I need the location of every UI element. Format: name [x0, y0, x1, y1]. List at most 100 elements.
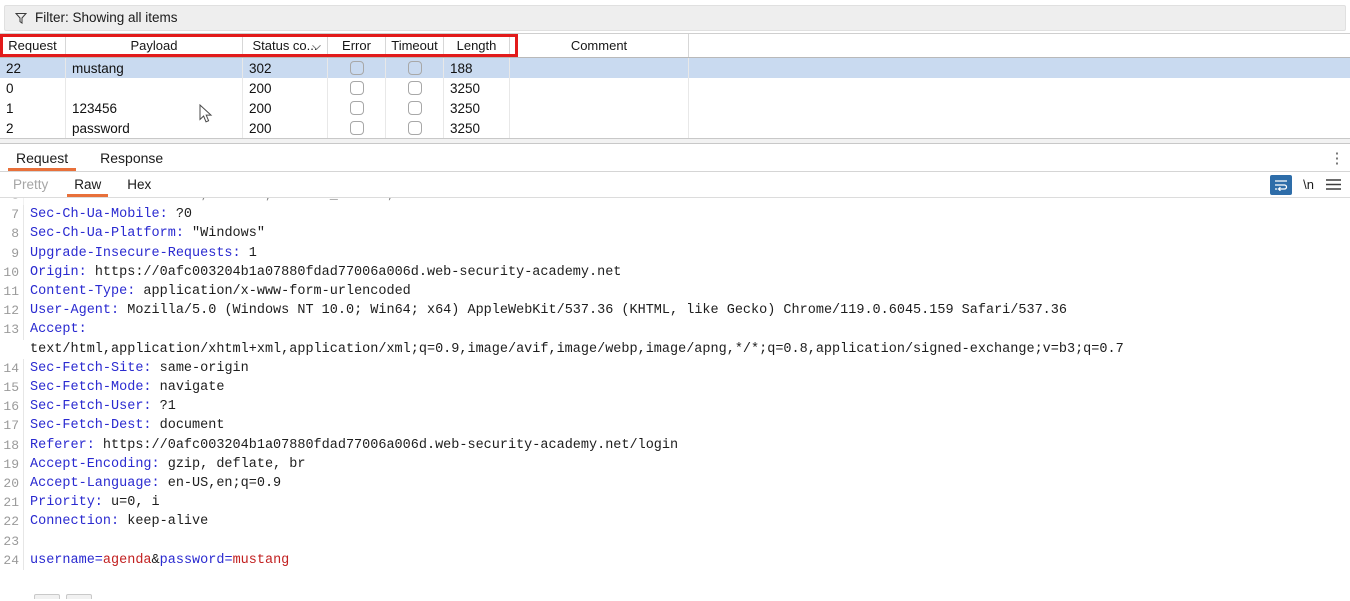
code-line: 23	[0, 531, 1350, 551]
header-value: navigate	[151, 380, 225, 396]
cell-request: 0	[0, 78, 66, 98]
cell-length: 3250	[444, 78, 510, 98]
timeout-checkbox[interactable]	[407, 81, 422, 95]
chevron-down-icon	[312, 38, 321, 53]
tab-request[interactable]: Request	[0, 144, 84, 171]
header-value: document	[151, 418, 225, 434]
header-name: User-Agent:	[30, 303, 120, 319]
code-line: 11 Content-Type: application/x-www-form-…	[0, 282, 1350, 302]
search-prev-button[interactable]	[34, 594, 60, 599]
header-value: u=0, i	[102, 495, 160, 511]
line-number: 18	[0, 435, 24, 455]
line-number: 8	[0, 224, 24, 244]
line-content: Content-Type: application/x-www-form-url…	[24, 282, 1350, 301]
subtab-label: Raw	[74, 177, 102, 192]
cell-request: 1	[0, 98, 66, 118]
line-content: Accept: text/html,application/xhtml+xml,…	[24, 320, 1350, 358]
header-value: ?1	[151, 399, 176, 415]
line-content-body: username=agenda&password=mustang	[24, 551, 1350, 570]
line-number: 14	[0, 358, 24, 379]
cell-filler	[689, 118, 1350, 138]
code-line: 6 Sec-Ch-Ua: "Chromium";v="119", "Not?A_…	[0, 198, 1350, 206]
cell-length: 3250	[444, 98, 510, 118]
header-value: keep-alive	[119, 514, 209, 530]
column-header-timeout[interactable]: Timeout	[386, 34, 444, 57]
cell-request: 2	[0, 118, 66, 138]
header-name: Referer:	[30, 437, 95, 453]
word-wrap-icon[interactable]	[1270, 174, 1293, 195]
search-next-button[interactable]	[66, 594, 92, 599]
table-row[interactable]: 22 mustang 302 188	[0, 58, 1350, 78]
line-content: Sec-Ch-Ua-Platform: "Windows"	[24, 224, 1350, 243]
header-name: Origin:	[30, 264, 87, 280]
cell-payload: password	[66, 118, 243, 138]
header-name: Sec-Fetch-Mode:	[30, 380, 152, 396]
line-number: 20	[0, 474, 24, 494]
tab-overflow-menu-icon[interactable]: ⋮	[1324, 144, 1350, 171]
cell-status-code: 200	[243, 118, 328, 138]
cell-payload: mustang	[66, 58, 243, 78]
error-checkbox[interactable]	[349, 121, 364, 135]
column-header-request[interactable]: Request	[0, 34, 66, 57]
request-raw-editor[interactable]: 6 Sec-Ch-Ua: "Chromium";v="119", "Not?A_…	[0, 198, 1350, 599]
subtab-pretty[interactable]: Pretty	[0, 172, 61, 197]
code-line: 8 Sec-Ch-Ua-Platform: "Windows"	[0, 224, 1350, 244]
cell-timeout	[386, 98, 444, 118]
newline-toggle-icon[interactable]: \n	[1301, 177, 1316, 192]
cell-filler	[689, 78, 1350, 98]
cell-timeout	[386, 58, 444, 78]
header-name: Sec-Ch-Ua:	[30, 198, 111, 203]
code-line: 18 Referer: https://0afc003204b1a07880fd…	[0, 435, 1350, 455]
header-value: https://0afc003204b1a07880fdad77006a006d…	[86, 264, 622, 280]
line-number: 19	[0, 454, 24, 475]
code-line: 21 Priority: u=0, i	[0, 493, 1350, 513]
cell-comment[interactable]	[510, 98, 689, 118]
subtab-hex[interactable]: Hex	[114, 172, 164, 197]
table-row[interactable]: 0 200 3250	[0, 78, 1350, 98]
timeout-checkbox[interactable]	[407, 61, 422, 75]
param-value-username: agenda	[102, 552, 152, 568]
header-name: Accept-Language:	[30, 476, 160, 492]
line-number: 22	[0, 512, 24, 532]
filter-button[interactable]: Filter: Showing all items	[4, 5, 1346, 31]
code-line: 10 Origin: https://0afc003204b1a07880fda…	[0, 262, 1350, 283]
line-number: 23	[0, 531, 24, 551]
column-header-payload[interactable]: Payload	[66, 34, 243, 57]
table-row[interactable]: 2 password 200 3250	[0, 118, 1350, 138]
line-number: 10	[0, 262, 24, 283]
cell-length: 188	[444, 58, 510, 78]
column-header-error[interactable]: Error	[328, 34, 386, 57]
timeout-checkbox[interactable]	[407, 101, 422, 115]
column-header-status-code[interactable]: Status co...	[243, 34, 328, 57]
cell-payload: 123456	[66, 98, 243, 118]
cell-length: 3250	[444, 118, 510, 138]
header-value: ?0	[167, 207, 193, 223]
timeout-checkbox[interactable]	[407, 121, 422, 135]
error-checkbox[interactable]	[349, 81, 364, 95]
line-number: 12	[0, 301, 24, 321]
subtab-raw[interactable]: Raw	[61, 172, 114, 197]
header-name: Priority:	[30, 495, 103, 511]
cell-comment[interactable]	[510, 58, 689, 78]
cell-error	[328, 58, 386, 78]
header-name: Sec-Fetch-Dest:	[30, 418, 152, 434]
cell-comment[interactable]	[510, 118, 689, 138]
header-value: Mozilla/5.0 (Windows NT 10.0; Win64; x64…	[119, 303, 1067, 319]
editor-menu-icon[interactable]	[1325, 178, 1342, 191]
column-header-comment[interactable]: Comment	[510, 34, 689, 57]
cell-status-code: 302	[243, 58, 328, 78]
column-label: Timeout	[391, 38, 438, 53]
cell-comment[interactable]	[510, 78, 689, 98]
column-header-length[interactable]: Length	[444, 34, 510, 57]
cell-timeout	[386, 118, 444, 138]
line-number: 6	[0, 198, 24, 206]
error-checkbox[interactable]	[349, 61, 364, 75]
code-line: 7 Sec-Ch-Ua-Mobile: ?0	[0, 205, 1350, 225]
table-row[interactable]: 1 123456 200 3250	[0, 98, 1350, 118]
error-checkbox[interactable]	[349, 101, 364, 115]
code-line: 12 User-Agent: Mozilla/5.0 (Windows NT 1…	[0, 301, 1350, 321]
param-separator: &	[151, 552, 160, 568]
line-content: Origin: https://0afc003204b1a07880fdad77…	[24, 263, 1350, 282]
editor-view-toolbar: Pretty Raw Hex \n	[0, 172, 1350, 198]
tab-response[interactable]: Response	[84, 144, 179, 171]
